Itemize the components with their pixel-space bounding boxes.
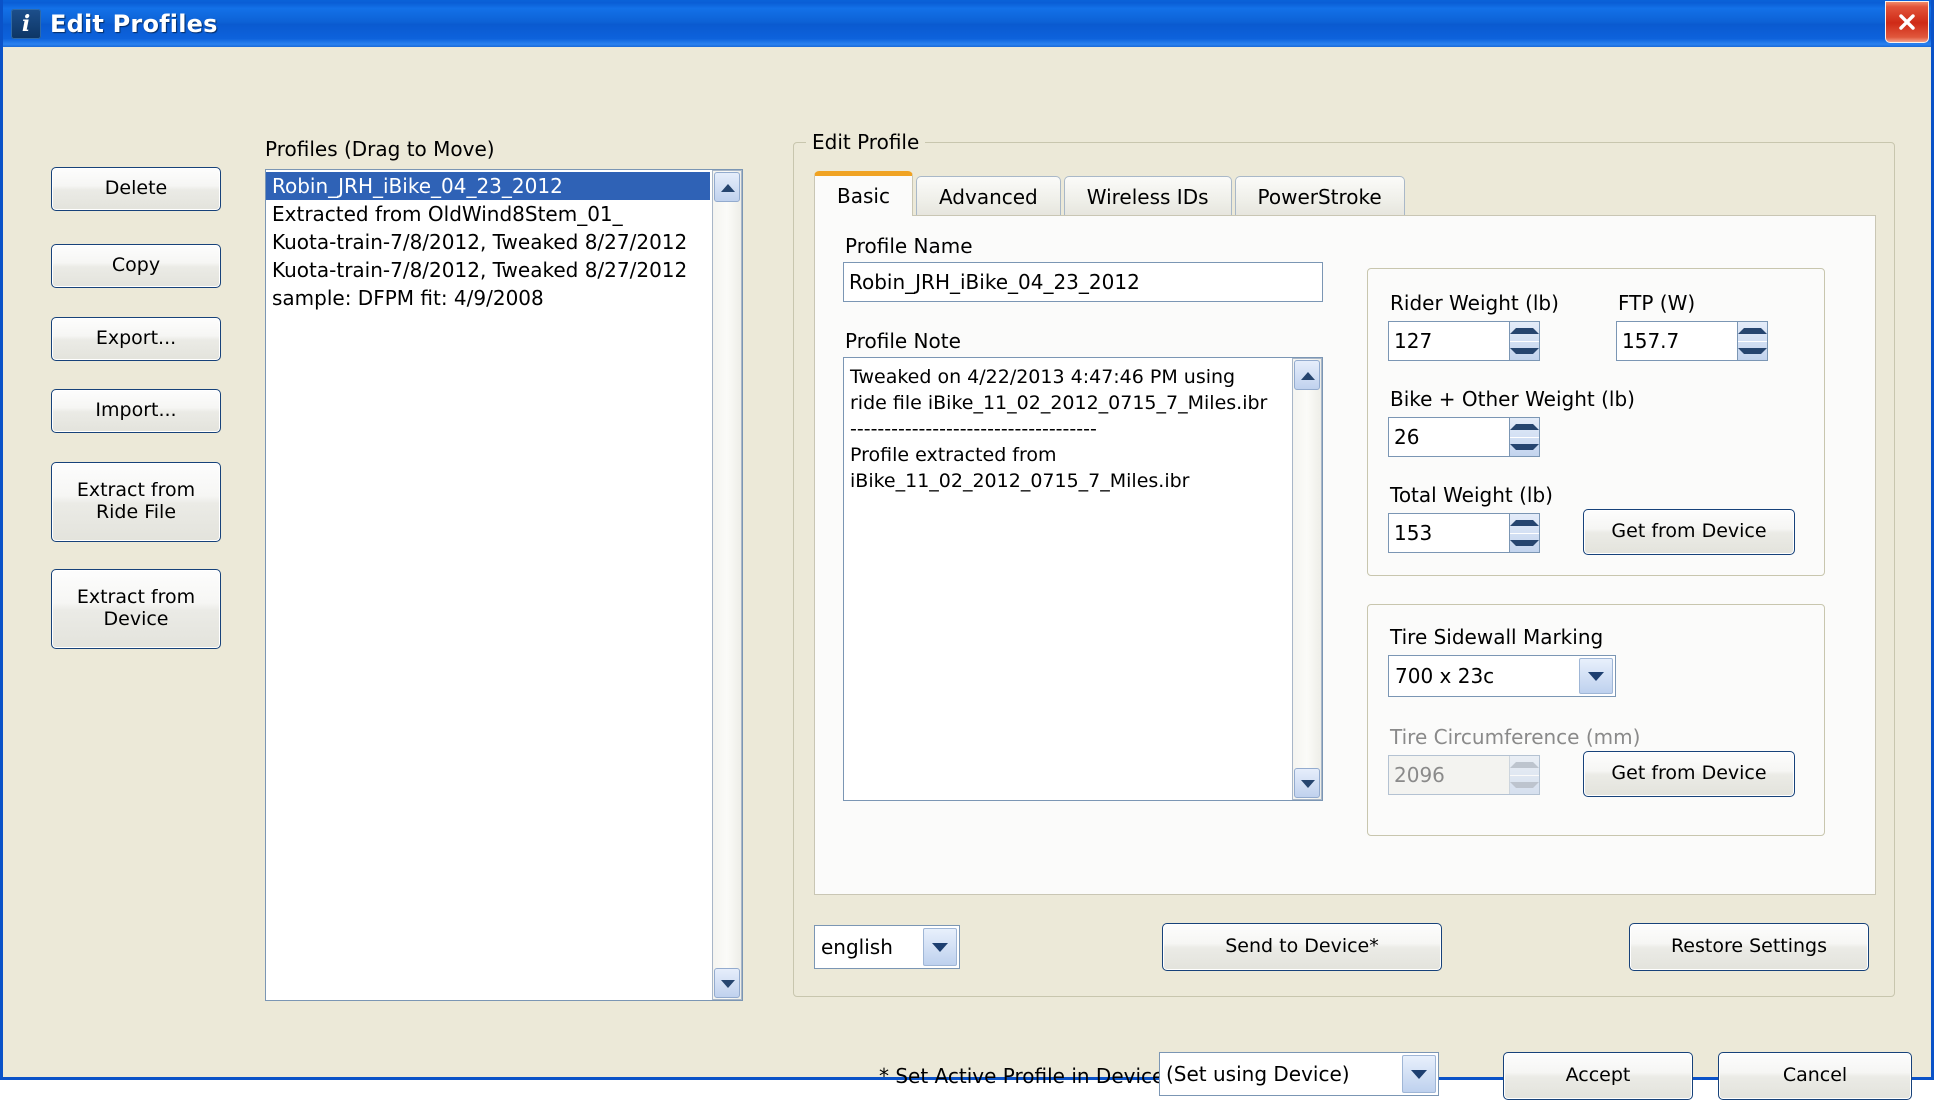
tab-powerstroke[interactable]: PowerStroke	[1234, 176, 1405, 216]
profile-name-label: Profile Name	[845, 234, 973, 258]
tire-get-from-device-button[interactable]: Get from Device	[1583, 751, 1795, 797]
profile-note-label: Profile Note	[845, 329, 961, 353]
app-icon: i	[11, 8, 41, 39]
edit-profile-group: Edit Profile Basic Advanced Wireless IDs…	[793, 130, 1895, 997]
client-area: Delete Copy Export... Import... Extract …	[3, 47, 1931, 1100]
tire-circumference-label: Tire Circumference (mm)	[1390, 725, 1641, 749]
ftp-stepper[interactable]	[1737, 322, 1767, 360]
tire-sidewall-value: 700 x 23c	[1395, 664, 1495, 688]
window-title: Edit Profiles	[50, 9, 218, 38]
chevron-down-icon[interactable]	[923, 928, 957, 966]
list-item[interactable]: Kuota-train-7/8/2012, Tweaked 8/27/2012	[266, 228, 710, 256]
chevron-down-icon[interactable]	[1579, 658, 1613, 694]
chevron-down-icon[interactable]	[714, 968, 740, 998]
edit-profiles-window: i Edit Profiles Delete Copy Export... Im…	[0, 0, 1934, 1100]
rider-weight-label: Rider Weight (lb)	[1390, 291, 1559, 315]
total-weight-stepper[interactable]	[1509, 514, 1539, 552]
copy-button[interactable]: Copy	[51, 244, 221, 288]
chevron-up-icon[interactable]	[1294, 360, 1320, 390]
profiles-list-label: Profiles (Drag to Move)	[265, 137, 495, 161]
export-button[interactable]: Export...	[51, 317, 221, 361]
rider-weight-stepper[interactable]	[1509, 322, 1539, 360]
weights-group: Rider Weight (lb) 127 FTP (W) 157.7 Bike…	[1367, 268, 1825, 576]
tire-sidewall-label: Tire Sidewall Marking	[1390, 625, 1604, 649]
list-item[interactable]: Robin_JRH_iBike_04_23_2012	[266, 172, 710, 200]
units-value: english	[821, 935, 893, 959]
profiles-listbox[interactable]: Robin_JRH_iBike_04_23_2012 Extracted fro…	[265, 169, 743, 1001]
ftp-label: FTP (W)	[1618, 291, 1696, 315]
chevron-down-icon[interactable]	[1294, 768, 1320, 798]
list-item[interactable]: sample: DFPM fit: 4/9/2008	[266, 284, 710, 312]
weights-get-from-device-button[interactable]: Get from Device	[1583, 509, 1795, 555]
cancel-button[interactable]: Cancel	[1718, 1052, 1912, 1100]
set-active-profile-label: * Set Active Profile in Device	[879, 1064, 1165, 1088]
tab-basic[interactable]: Basic	[814, 171, 913, 216]
chevron-down-icon[interactable]	[1402, 1055, 1436, 1093]
close-icon[interactable]	[1885, 1, 1929, 43]
restore-settings-button[interactable]: Restore Settings	[1629, 923, 1869, 971]
profile-name-input[interactable]: Robin_JRH_iBike_04_23_2012	[843, 262, 1323, 302]
profile-note-text: Tweaked on 4/22/2013 4:47:46 PM using ri…	[850, 366, 1268, 492]
profile-note-scrollbar[interactable]	[1292, 358, 1322, 800]
bike-other-weight-label: Bike + Other Weight (lb)	[1390, 387, 1635, 411]
send-to-device-button[interactable]: Send to Device*	[1162, 923, 1442, 971]
tab-page-basic: Profile Name Robin_JRH_iBike_04_23_2012 …	[814, 215, 1876, 895]
import-button[interactable]: Import...	[51, 389, 221, 433]
set-active-profile-select[interactable]: (Set using Device)	[1159, 1052, 1439, 1096]
tire-circumference-stepper	[1509, 756, 1539, 794]
tab-wireless-ids[interactable]: Wireless IDs	[1063, 176, 1232, 216]
edit-profile-legend: Edit Profile	[806, 130, 926, 154]
tire-sidewall-select[interactable]: 700 x 23c	[1388, 655, 1616, 697]
accept-button[interactable]: Accept	[1503, 1052, 1693, 1100]
bike-other-weight-stepper[interactable]	[1509, 418, 1539, 456]
title-bar: i Edit Profiles	[3, 0, 1931, 47]
profiles-items: Robin_JRH_iBike_04_23_2012 Extracted fro…	[266, 170, 710, 312]
profiles-list-scrollbar[interactable]	[712, 170, 742, 1000]
units-select[interactable]: english	[814, 925, 960, 969]
tire-group: Tire Sidewall Marking 700 x 23c Tire Cir…	[1367, 604, 1825, 836]
tab-advanced[interactable]: Advanced	[915, 176, 1061, 216]
delete-button[interactable]: Delete	[51, 167, 221, 211]
total-weight-label: Total Weight (lb)	[1390, 483, 1553, 507]
extract-from-ride-file-button[interactable]: Extract from Ride File	[51, 462, 221, 542]
profile-note-textarea[interactable]: Tweaked on 4/22/2013 4:47:46 PM using ri…	[843, 357, 1323, 801]
chevron-up-icon[interactable]	[714, 172, 740, 202]
extract-from-device-button[interactable]: Extract from Device	[51, 569, 221, 649]
list-item[interactable]: Kuota-train-7/8/2012, Tweaked 8/27/2012	[266, 256, 710, 284]
tabstrip: Basic Advanced Wireless IDs PowerStroke	[814, 171, 1408, 216]
list-item[interactable]: Extracted from OldWind8Stem_01_	[266, 200, 710, 228]
set-active-profile-value: (Set using Device)	[1166, 1062, 1350, 1086]
